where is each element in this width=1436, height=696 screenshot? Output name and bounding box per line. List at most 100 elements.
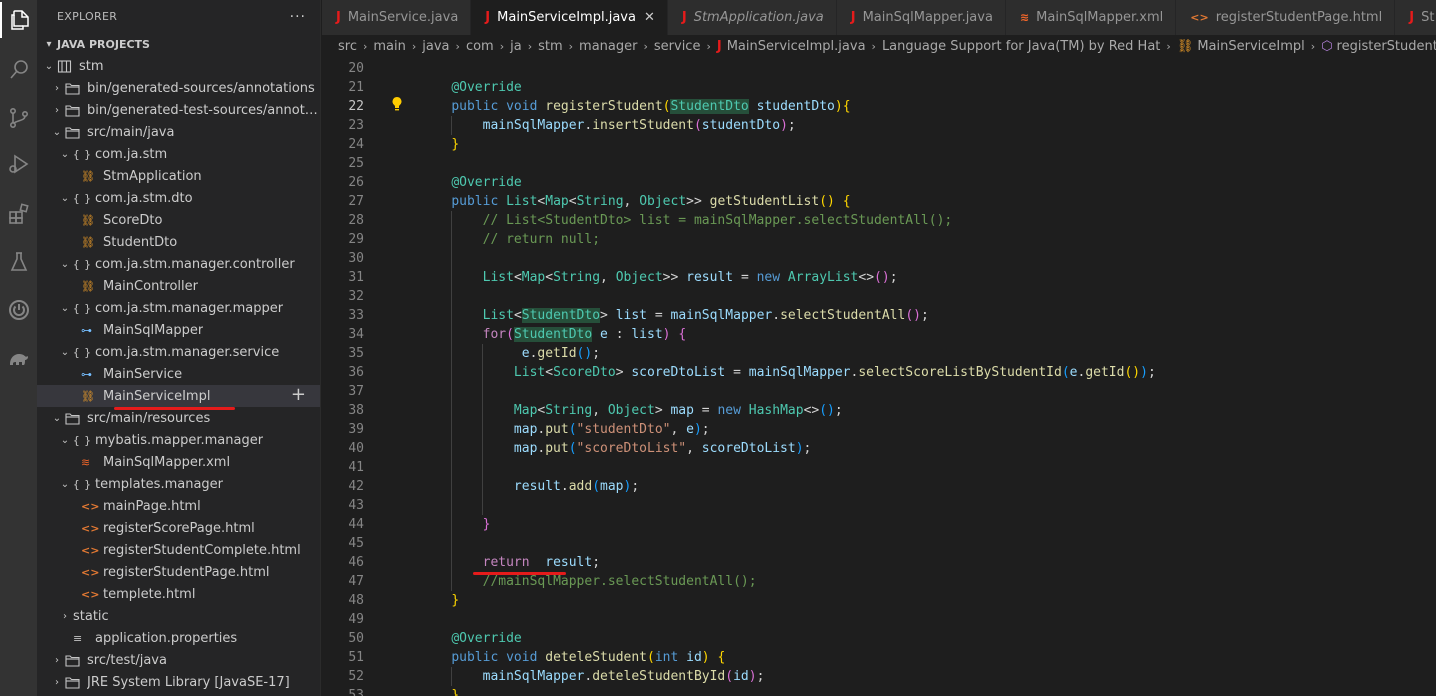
testing-icon[interactable] xyxy=(0,244,37,280)
lightbulb-icon[interactable] xyxy=(391,96,403,112)
tree-item[interactable]: <> registerScorePage.html xyxy=(37,517,320,539)
code-line[interactable]: List<Map<String, Object>> result = new A… xyxy=(420,268,898,287)
tree-item[interactable]: › src/test/java xyxy=(37,649,320,671)
tree-item[interactable]: › bin/generated-test-sources/annotations xyxy=(37,99,320,121)
editor-tab[interactable]: J MainSqlMapper.java xyxy=(836,0,1006,35)
breadcrumb-item[interactable]: java xyxy=(422,39,449,54)
tree-item[interactable]: › static xyxy=(37,605,320,627)
add-icon[interactable]: + xyxy=(291,386,306,404)
breadcrumb-item[interactable]: stm xyxy=(538,39,563,54)
line-number: 49 xyxy=(348,612,364,627)
tree-item[interactable]: ⌄{ } mybatis.mapper.manager xyxy=(37,429,320,451)
code-line[interactable]: //mainSqlMapper.selectStudentAll(); xyxy=(420,572,757,591)
code-token: HashMap xyxy=(748,403,804,418)
code-line[interactable]: map.put("scoreDtoList", scoreDtoList); xyxy=(420,439,811,458)
code-line[interactable]: public void deteleStudent(int id) { xyxy=(420,648,725,667)
tree-item[interactable]: ⌄{ } templates.manager xyxy=(37,473,320,495)
tree-item[interactable]: ⛓ StudentDto xyxy=(37,231,320,253)
code-line[interactable]: List<ScoreDto> scoreDtoList = mainSqlMap… xyxy=(420,363,1156,382)
code-line[interactable]: @Override xyxy=(420,173,521,192)
code-line[interactable]: return result; xyxy=(420,553,600,572)
editor-tab[interactable]: ≋ MainSqlMapper.xml xyxy=(1005,0,1177,35)
tree-item[interactable]: ⛓ MainController xyxy=(37,275,320,297)
code-line[interactable]: // List<StudentDto> list = mainSqlMapper… xyxy=(420,211,953,230)
code-line[interactable]: public List<Map<String, Object>> getStud… xyxy=(420,192,850,211)
code-line[interactable]: map.put("studentDto", e); xyxy=(420,420,710,439)
breadcrumb-item[interactable]: src xyxy=(338,39,357,54)
code-line[interactable]: mainSqlMapper.deteleStudentById(id); xyxy=(420,667,765,686)
code-line[interactable]: result.add(map); xyxy=(420,477,639,496)
code-token: () xyxy=(819,403,835,418)
editor-tab[interactable]: J MainServiceImpl.java ✕ xyxy=(471,0,668,35)
breadcrumb-item[interactable]: manager xyxy=(579,39,637,54)
tree-item[interactable]: ⛓ ScoreDto xyxy=(37,209,320,231)
breadcrumb-item[interactable]: main xyxy=(373,39,405,54)
editor-tab[interactable]: J St xyxy=(1395,0,1436,35)
editor-tab[interactable]: J StmApplication.java xyxy=(667,0,837,35)
code-line[interactable]: } xyxy=(420,591,459,610)
breadcrumb-item[interactable]: ⬡registerStudent(StudentDto) xyxy=(1321,39,1436,54)
tree-item[interactable]: › bin/generated-sources/annotations xyxy=(37,77,320,99)
breadcrumb-item[interactable]: Language Support for Java(TM) by Red Hat xyxy=(882,39,1160,54)
spring-boot-icon[interactable] xyxy=(0,292,37,328)
activity-bar xyxy=(0,0,37,696)
code-line[interactable]: for(StudentDto e : list) { xyxy=(420,325,686,344)
code-line[interactable]: @Override xyxy=(420,78,521,97)
tree-item[interactable]: ⊶ MainSqlMapper xyxy=(37,319,320,341)
tree-item[interactable]: ⌄{ } com.ja.stm xyxy=(37,143,320,165)
extensions-icon[interactable] xyxy=(0,196,37,232)
tree-item[interactable]: ⌄ src/main/resources xyxy=(37,407,320,429)
code-token: @Override xyxy=(451,631,522,646)
editor-tab[interactable]: <> registerStudentPage.html xyxy=(1176,0,1396,35)
tree-item[interactable]: <> templete.html xyxy=(37,583,320,605)
editor-tab[interactable]: J MainService.java xyxy=(322,0,472,35)
tree-item[interactable]: ⌄{ } com.ja.stm.manager.service xyxy=(37,341,320,363)
code-token: { xyxy=(717,650,726,665)
source-control-icon[interactable] xyxy=(0,100,37,136)
java-projects-section[interactable]: ▾ JAVA PROJECTS xyxy=(37,33,320,55)
close-icon[interactable]: ✕ xyxy=(644,10,655,25)
gradle-icon[interactable] xyxy=(0,340,37,376)
breadcrumb-item[interactable]: service xyxy=(654,39,701,54)
code-line[interactable]: mainSqlMapper.insertStudent(studentDto); xyxy=(420,116,796,135)
code-line[interactable]: } xyxy=(420,135,459,154)
line-number: 30 xyxy=(348,251,364,266)
code-line[interactable]: @Override xyxy=(420,629,522,648)
breadcrumb-item[interactable]: ja xyxy=(510,39,522,54)
breadcrumb-item[interactable]: ⛓ MainServiceImpl xyxy=(1177,39,1305,54)
code-editor[interactable]: 20 21 22 23 24 25 26 27 28 29 30 31 32 33 34 35 36 37 38 39… xyxy=(322,57,1436,696)
code-line[interactable]: } xyxy=(420,515,491,534)
tree-item[interactable]: <> mainPage.html xyxy=(37,495,320,517)
breadcrumb-item[interactable]: J MainServiceImpl.java xyxy=(717,39,866,54)
code-line[interactable]: List<StudentDto> list = mainSqlMapper.se… xyxy=(420,306,929,325)
tree-item[interactable]: ⊶ MainService xyxy=(37,363,320,385)
tree-item[interactable]: <> registerStudentPage.html xyxy=(37,561,320,583)
tree-item[interactable]: ⌄{ } com.ja.stm.dto xyxy=(37,187,320,209)
explorer-icon[interactable] xyxy=(0,2,37,38)
code-line[interactable]: } xyxy=(420,686,459,696)
tree-item[interactable]: <> registerStudentComplete.html xyxy=(37,539,320,561)
run-debug-icon[interactable] xyxy=(0,146,37,182)
code-token: List xyxy=(482,270,514,285)
tree-item[interactable]: ≡ application.properties xyxy=(37,627,320,649)
tree-item[interactable]: ⌄{ } com.ja.stm.manager.controller xyxy=(37,253,320,275)
tree-item-label: mainPage.html xyxy=(103,498,201,514)
tree-item[interactable]: ⌄ stm xyxy=(37,55,320,77)
code-token: result xyxy=(513,479,561,494)
tree-item[interactable]: › JRE System Library [JavaSE-17] xyxy=(37,671,320,693)
code-line[interactable]: public void registerStudent(StudentDto s… xyxy=(420,97,851,116)
tree-item[interactable]: ⌄ src/main/java xyxy=(37,121,320,143)
search-icon[interactable] xyxy=(0,52,37,88)
code-line[interactable]: e.getId(); xyxy=(420,344,600,363)
breadcrumb-item[interactable]: com xyxy=(466,39,494,54)
more-actions-icon[interactable]: ··· xyxy=(290,9,306,25)
tree-item[interactable]: ⛓ MainServiceImpl + xyxy=(37,385,320,407)
code-line[interactable]: // return null; xyxy=(420,230,600,249)
code-token: // List<StudentDto> list = mainSqlMapper… xyxy=(482,213,953,228)
tree-item[interactable]: ≋ MainSqlMapper.xml xyxy=(37,451,320,473)
tree-item[interactable]: ⌄{ } com.ja.stm.manager.mapper xyxy=(37,297,320,319)
code-line[interactable]: Map<String, Object> map = new HashMap<>(… xyxy=(420,401,843,420)
code-area[interactable]: @Override public void registerStudent(St… xyxy=(420,57,1436,696)
tree-item[interactable]: ⛓ StmApplication xyxy=(37,165,320,187)
